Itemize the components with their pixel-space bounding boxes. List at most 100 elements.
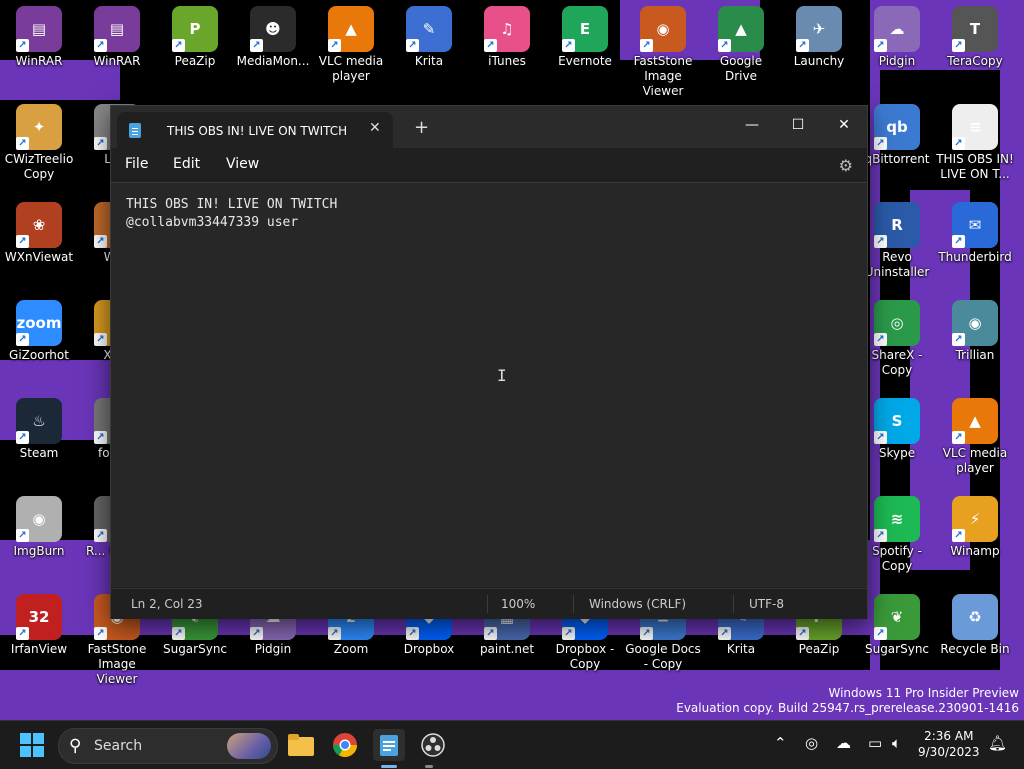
tab-document[interactable]: THIS OBS IN! LIVE ON TWITCH ✕: [117, 112, 393, 148]
shortcut-arrow-icon: ↗: [718, 627, 731, 640]
desktop-icon[interactable]: E ↗ Evernote: [546, 0, 624, 69]
status-zoom[interactable]: 100%: [501, 597, 535, 611]
desktop-icon[interactable]: ♫ ↗ iTunes: [468, 0, 546, 69]
desktop-icon-label: IrfanView: [10, 642, 68, 656]
shortcut-arrow-icon: ↗: [952, 39, 965, 52]
desktop-icon-label: Dropbox: [403, 642, 455, 656]
status-encoding[interactable]: UTF-8: [749, 597, 784, 611]
desktop-icon[interactable]: qb ↗ qBittorrent: [858, 98, 936, 167]
status-bar: Ln 2, Col 23 100% Windows (CRLF) UTF-8: [111, 588, 867, 619]
desktop-icon[interactable]: ◎ ↗ ShareX - Copy: [858, 294, 936, 378]
desktop-icon[interactable]: ◉ ↗ ImgBurn: [0, 490, 78, 559]
desktop-icon-label: Thunderbird: [938, 250, 1012, 264]
shortcut-arrow-icon: ↗: [94, 333, 107, 346]
menu-view[interactable]: View: [226, 156, 259, 172]
app-icon: ≋ ↗: [874, 496, 920, 542]
close-button[interactable]: ✕: [821, 111, 867, 139]
desktop-icon-label: Revo Uninstaller: [864, 250, 930, 279]
desktop-icon-label: Launchy: [793, 54, 845, 68]
chrome-logo-icon: [333, 733, 357, 758]
shortcut-arrow-icon: ↗: [874, 137, 887, 150]
clock-time: 2:36 AM: [924, 729, 974, 743]
app-icon: ▲ ↗: [718, 6, 764, 52]
minimize-button[interactable]: —: [729, 111, 775, 139]
app-icon: ▲ ↗: [328, 6, 374, 52]
app-icon: ♫ ↗: [484, 6, 530, 52]
desktop-icon-label: WXnViewat: [4, 250, 74, 264]
show-hidden-icons-chevron-icon[interactable]: ⌃: [774, 734, 787, 752]
desktop-icon[interactable]: ♨ ↗ Steam: [0, 392, 78, 461]
desktop-icon-label: WinRAR: [15, 54, 63, 68]
desktop-icon[interactable]: ❀ ↗ WXnViewat: [0, 196, 78, 265]
desktop-icon[interactable]: T ↗ TeraCopy: [936, 0, 1014, 69]
desktop-icon[interactable]: ▲ ↗ Google Drive: [702, 0, 780, 84]
desktop-icon[interactable]: ❦↗ SugarSync: [858, 588, 936, 657]
notification-bell-icon[interactable]: 🔔︎: [988, 734, 1007, 752]
text-editor[interactable]: THIS OBS IN! LIVE ON TWITCH @collabvm334…: [111, 182, 867, 587]
desktop-icon[interactable]: ≡ ↗ THIS OBS IN! LIVE ON T...: [936, 98, 1014, 182]
desktop-icon[interactable]: ▲ ↗ VLC media player: [312, 0, 390, 84]
desktop-icon[interactable]: R ↗ Revo Uninstaller: [858, 196, 936, 280]
desktop-icon[interactable]: ✎↗ Krita: [390, 0, 468, 69]
obs-icon[interactable]: [417, 729, 449, 761]
desktop-icon[interactable]: ☁↗ Pidgin: [858, 0, 936, 69]
tab-close-button[interactable]: ✕: [369, 120, 381, 136]
network-icon[interactable]: ▭: [868, 734, 882, 752]
desktop-icon[interactable]: ≋ ↗ Spotify - Copy: [858, 490, 936, 574]
title-bar[interactable]: THIS OBS IN! LIVE ON TWITCH ✕ + — ☐ ✕: [111, 106, 867, 148]
desktop-icon-label: Winamp: [950, 544, 1000, 558]
status-position: Ln 2, Col 23: [131, 597, 203, 611]
app-icon: ✦ ↗: [16, 104, 62, 150]
new-tab-button[interactable]: +: [414, 119, 429, 137]
notepad-icon: [380, 735, 398, 756]
desktop-icon-label: Pidgin: [878, 54, 916, 68]
desktop-icon[interactable]: ▤ ↗ WinRAR: [78, 0, 156, 69]
clock-date: 9/30/2023: [918, 745, 980, 759]
search-highlight-art: [227, 733, 271, 759]
shortcut-arrow-icon: ↗: [16, 235, 29, 248]
app-icon: ✈ ↗: [796, 6, 842, 52]
desktop-icon[interactable]: ▲ ↗ VLC media player: [936, 392, 1014, 476]
desktop-icon[interactable]: ⚡ ↗ Winamp: [936, 490, 1014, 559]
desktop-icon[interactable]: ◉ ↗ Trillian: [936, 294, 1014, 363]
desktop-icon[interactable]: ✉ ↗ Thunderbird: [936, 196, 1014, 265]
notepad-icon: [129, 123, 141, 138]
recording-tray-icon[interactable]: ◎: [805, 734, 818, 752]
app-icon: ❦↗: [874, 594, 920, 640]
desktop-icon[interactable]: 32 ↗ IrfanView: [0, 588, 78, 657]
desktop-icon[interactable]: zoom ↗ GiZoorhot: [0, 294, 78, 363]
desktop-icon[interactable]: ♻ Recycle Bin: [936, 588, 1014, 657]
app-icon: ✉ ↗: [952, 202, 998, 248]
desktop-icon[interactable]: ◉↗FastStone Image Viewer: [624, 0, 702, 99]
status-divider: [733, 595, 734, 613]
desktop-icon[interactable]: P↗ PeaZip: [156, 0, 234, 69]
desktop-icon[interactable]: ▤ ↗ WinRAR: [0, 0, 78, 69]
editor-line-1: THIS OBS IN! LIVE ON TWITCH: [126, 197, 338, 212]
taskbar-search[interactable]: ⚲ Search: [58, 728, 278, 764]
notepad-taskbar-button[interactable]: [373, 729, 405, 761]
cloud-tray-icon[interactable]: ☁: [836, 734, 851, 752]
desktop-icon-label: ImgBurn: [13, 544, 65, 558]
app-icon: ⚡ ↗: [952, 496, 998, 542]
desktop-icon-label: Recycle Bin: [940, 642, 1010, 656]
file-explorer-icon[interactable]: [285, 729, 317, 761]
desktop-icon[interactable]: ☻ ↗ MediaMon...: [234, 0, 312, 69]
editor-line-2: @collabvm33447339 user: [126, 215, 299, 230]
status-line-ending[interactable]: Windows (CRLF): [589, 597, 686, 611]
menu-file[interactable]: File: [125, 156, 148, 172]
menu-edit[interactable]: Edit: [173, 156, 200, 172]
desktop-icon[interactable]: ✈ ↗ Launchy: [780, 0, 858, 69]
shortcut-arrow-icon: ↗: [874, 235, 887, 248]
start-button[interactable]: [16, 729, 48, 761]
maximize-button[interactable]: ☐: [775, 111, 821, 139]
chrome-icon[interactable]: [329, 729, 361, 761]
settings-gear-icon[interactable]: ⚙: [839, 156, 853, 175]
desktop-icon[interactable]: S ↗ Skype: [858, 392, 936, 461]
app-icon: 32 ↗: [16, 594, 62, 640]
app-icon: zoom ↗: [16, 300, 62, 346]
volume-icon[interactable]: 🔈︎: [892, 734, 901, 752]
notepad-window[interactable]: THIS OBS IN! LIVE ON TWITCH ✕ + — ☐ ✕ Fi…: [110, 105, 868, 619]
shortcut-arrow-icon: ↗: [328, 627, 341, 640]
taskbar-clock[interactable]: 2:36 AM 9/30/2023: [918, 728, 980, 760]
desktop-icon[interactable]: ✦ ↗ CWizTreelio Copy: [0, 98, 78, 182]
